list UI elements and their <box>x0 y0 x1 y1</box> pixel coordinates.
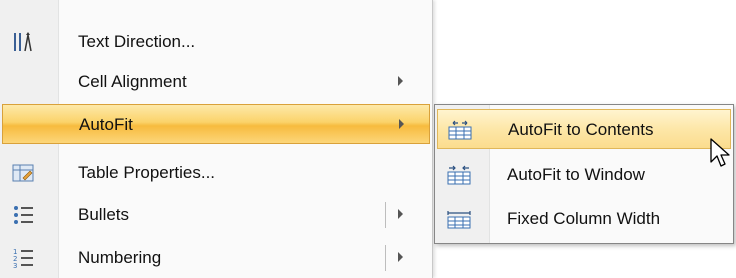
submenu-item-autofit-window[interactable]: AutoFit to Window <box>437 155 731 195</box>
menu-item-cell-alignment[interactable]: Cell Alignment <box>0 62 432 102</box>
menu-item-label: AutoFit <box>79 115 133 134</box>
context-menu: Text Direction... Cell Alignment AutoFit… <box>0 0 433 278</box>
split-divider <box>385 245 386 271</box>
menu-item-autofit[interactable]: AutoFit <box>2 104 430 144</box>
submenu-arrow-icon <box>398 76 403 86</box>
menu-item-label: Numbering <box>78 248 162 267</box>
svg-text:3: 3 <box>13 262 17 269</box>
submenu-arrow-icon[interactable] <box>398 252 403 262</box>
menu-item-table-properties[interactable]: Table Properties... <box>0 153 432 193</box>
menu-item-label: Cell Alignment <box>78 72 187 91</box>
submenu-item-autofit-contents[interactable]: AutoFit to Contents <box>437 109 731 149</box>
menu-item-text-direction[interactable]: Text Direction... <box>0 22 432 62</box>
submenu-item-label: Fixed Column Width <box>507 209 661 228</box>
fixed-column-width-icon <box>447 211 471 229</box>
table-properties-icon <box>12 164 34 182</box>
menu-item-label: Text Direction... <box>78 32 196 51</box>
submenu-item-label: AutoFit to Window <box>507 165 645 184</box>
menu-item-label: Table Properties... <box>78 163 216 182</box>
text-direction-icon <box>14 32 32 52</box>
menu-item-numbering[interactable]: 1 2 3 Numbering <box>0 238 432 278</box>
autofit-contents-icon <box>448 120 472 140</box>
submenu-arrow-icon <box>399 119 404 129</box>
submenu-item-fixed-column-width[interactable]: Fixed Column Width <box>437 199 731 239</box>
split-divider <box>385 202 386 228</box>
submenu-arrow-icon[interactable] <box>398 209 403 219</box>
mouse-cursor-icon <box>710 138 730 167</box>
numbering-icon: 1 2 3 <box>13 248 33 269</box>
autofit-window-icon <box>447 165 471 185</box>
autofit-submenu: AutoFit to Contents AutoFit to Window Fi… <box>434 104 734 244</box>
menu-item-label: Bullets <box>78 205 130 224</box>
submenu-item-label: AutoFit to Contents <box>508 120 654 139</box>
bullets-icon <box>14 206 33 224</box>
menu-item-bullets[interactable]: Bullets <box>0 195 432 235</box>
